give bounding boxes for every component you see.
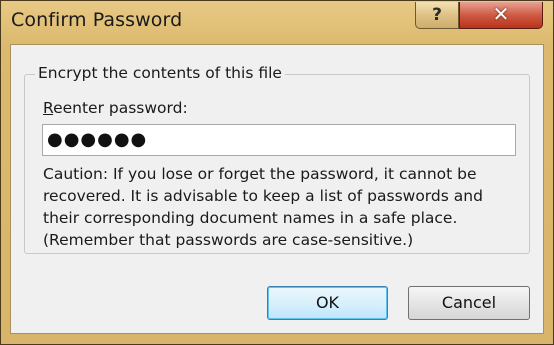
reenter-password-label: Reenter password: [43, 99, 188, 117]
ok-button[interactable]: OK [267, 286, 388, 320]
help-icon: ? [432, 5, 442, 25]
groupbox-label: Encrypt the contents of this file [35, 64, 285, 82]
close-icon: ✕ [492, 2, 510, 26]
cancel-button[interactable]: Cancel [408, 286, 530, 320]
dialog-body: Encrypt the contents of this file Reente… [10, 44, 544, 334]
reenter-password-input[interactable]: ●●●●●● [42, 124, 516, 156]
dialog-title: Confirm Password [11, 9, 183, 31]
caution-text: Caution: If you lose or forget the passw… [43, 165, 483, 249]
close-button[interactable]: ✕ [459, 2, 543, 29]
confirm-password-dialog: Confirm Password ? ✕ Encrypt the content… [0, 0, 554, 345]
reenter-password-label-text: eenter password: [53, 99, 188, 117]
help-button[interactable]: ? [415, 2, 459, 29]
reenter-password-label-mnemonic: R [43, 99, 54, 117]
